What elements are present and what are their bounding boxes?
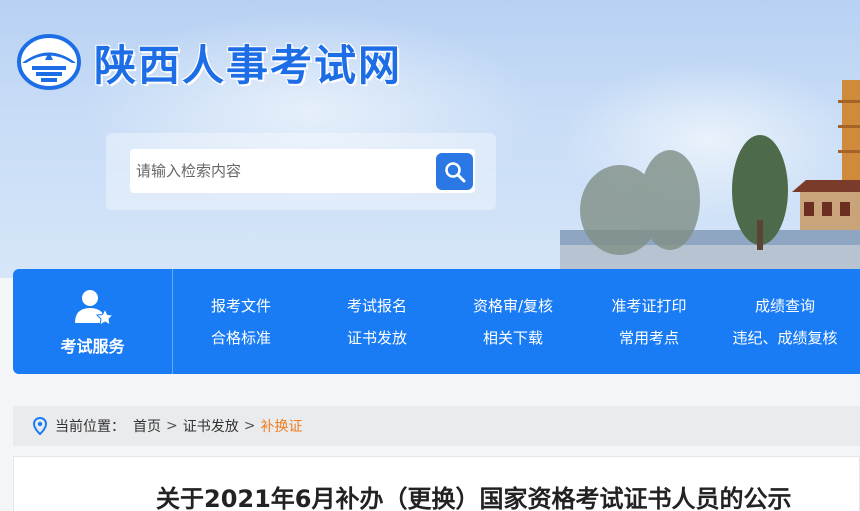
breadcrumb-separator: >	[243, 418, 256, 434]
breadcrumb: 当前位置： 首页 > 证书发放 > 补换证	[13, 406, 860, 446]
breadcrumb-separator: >	[166, 418, 178, 434]
article-title: 关于2021年6月补办（更换）国家资格考试证书人员的公示	[156, 485, 792, 511]
exam-service-nav: 考试服务 报考文件 考试报名 资格审/复核 准考证打印 成绩查询 合格标准 证书…	[13, 269, 860, 374]
user-star-icon	[74, 289, 114, 326]
exam-service-label: 考试服务	[60, 336, 125, 356]
nav-link-pass-standard[interactable]: 合格标准	[211, 327, 271, 348]
exam-service-tile[interactable]: 考试服务	[13, 269, 173, 374]
nav-link-qualification-review[interactable]: 资格审/复核	[473, 295, 553, 316]
nav-link-exam-signup[interactable]: 考试报名	[347, 295, 407, 316]
site-logo[interactable]: 陕西人事考试网	[14, 30, 402, 94]
site-title: 陕西人事考试网	[94, 40, 403, 90]
nav-link-registration-docs[interactable]: 报考文件	[211, 295, 271, 316]
breadcrumb-current: 补换证	[260, 419, 303, 435]
shaanxi-logo-icon	[17, 34, 81, 90]
search-box	[106, 133, 496, 210]
banner-scenery-image	[560, 80, 860, 278]
search-icon	[444, 161, 465, 182]
search-input[interactable]	[130, 149, 475, 193]
breadcrumb-certificate-issue[interactable]: 证书发放	[183, 416, 239, 436]
article-panel: 关于2021年6月补办（更换）国家资格考试证书人员的公示	[13, 456, 860, 511]
location-pin-icon	[33, 417, 47, 435]
breadcrumb-home[interactable]: 首页	[133, 416, 161, 436]
nav-link-score-query[interactable]: 成绩查询	[755, 295, 815, 316]
breadcrumb-prefix: 当前位置：	[55, 419, 125, 435]
nav-link-violation-score-review[interactable]: 违纪、成绩复核	[732, 327, 837, 348]
nav-link-exam-sites[interactable]: 常用考点	[619, 327, 679, 348]
nav-links: 报考文件 考试报名 资格审/复核 准考证打印 成绩查询 合格标准 证书发放 相关…	[173, 269, 860, 374]
header-banner: 陕西人事考试网	[0, 0, 860, 278]
nav-link-admission-ticket[interactable]: 准考证打印	[611, 295, 686, 316]
search-button[interactable]	[436, 153, 473, 190]
nav-link-downloads[interactable]: 相关下载	[483, 327, 543, 348]
nav-link-certificate-issue[interactable]: 证书发放	[347, 327, 407, 348]
